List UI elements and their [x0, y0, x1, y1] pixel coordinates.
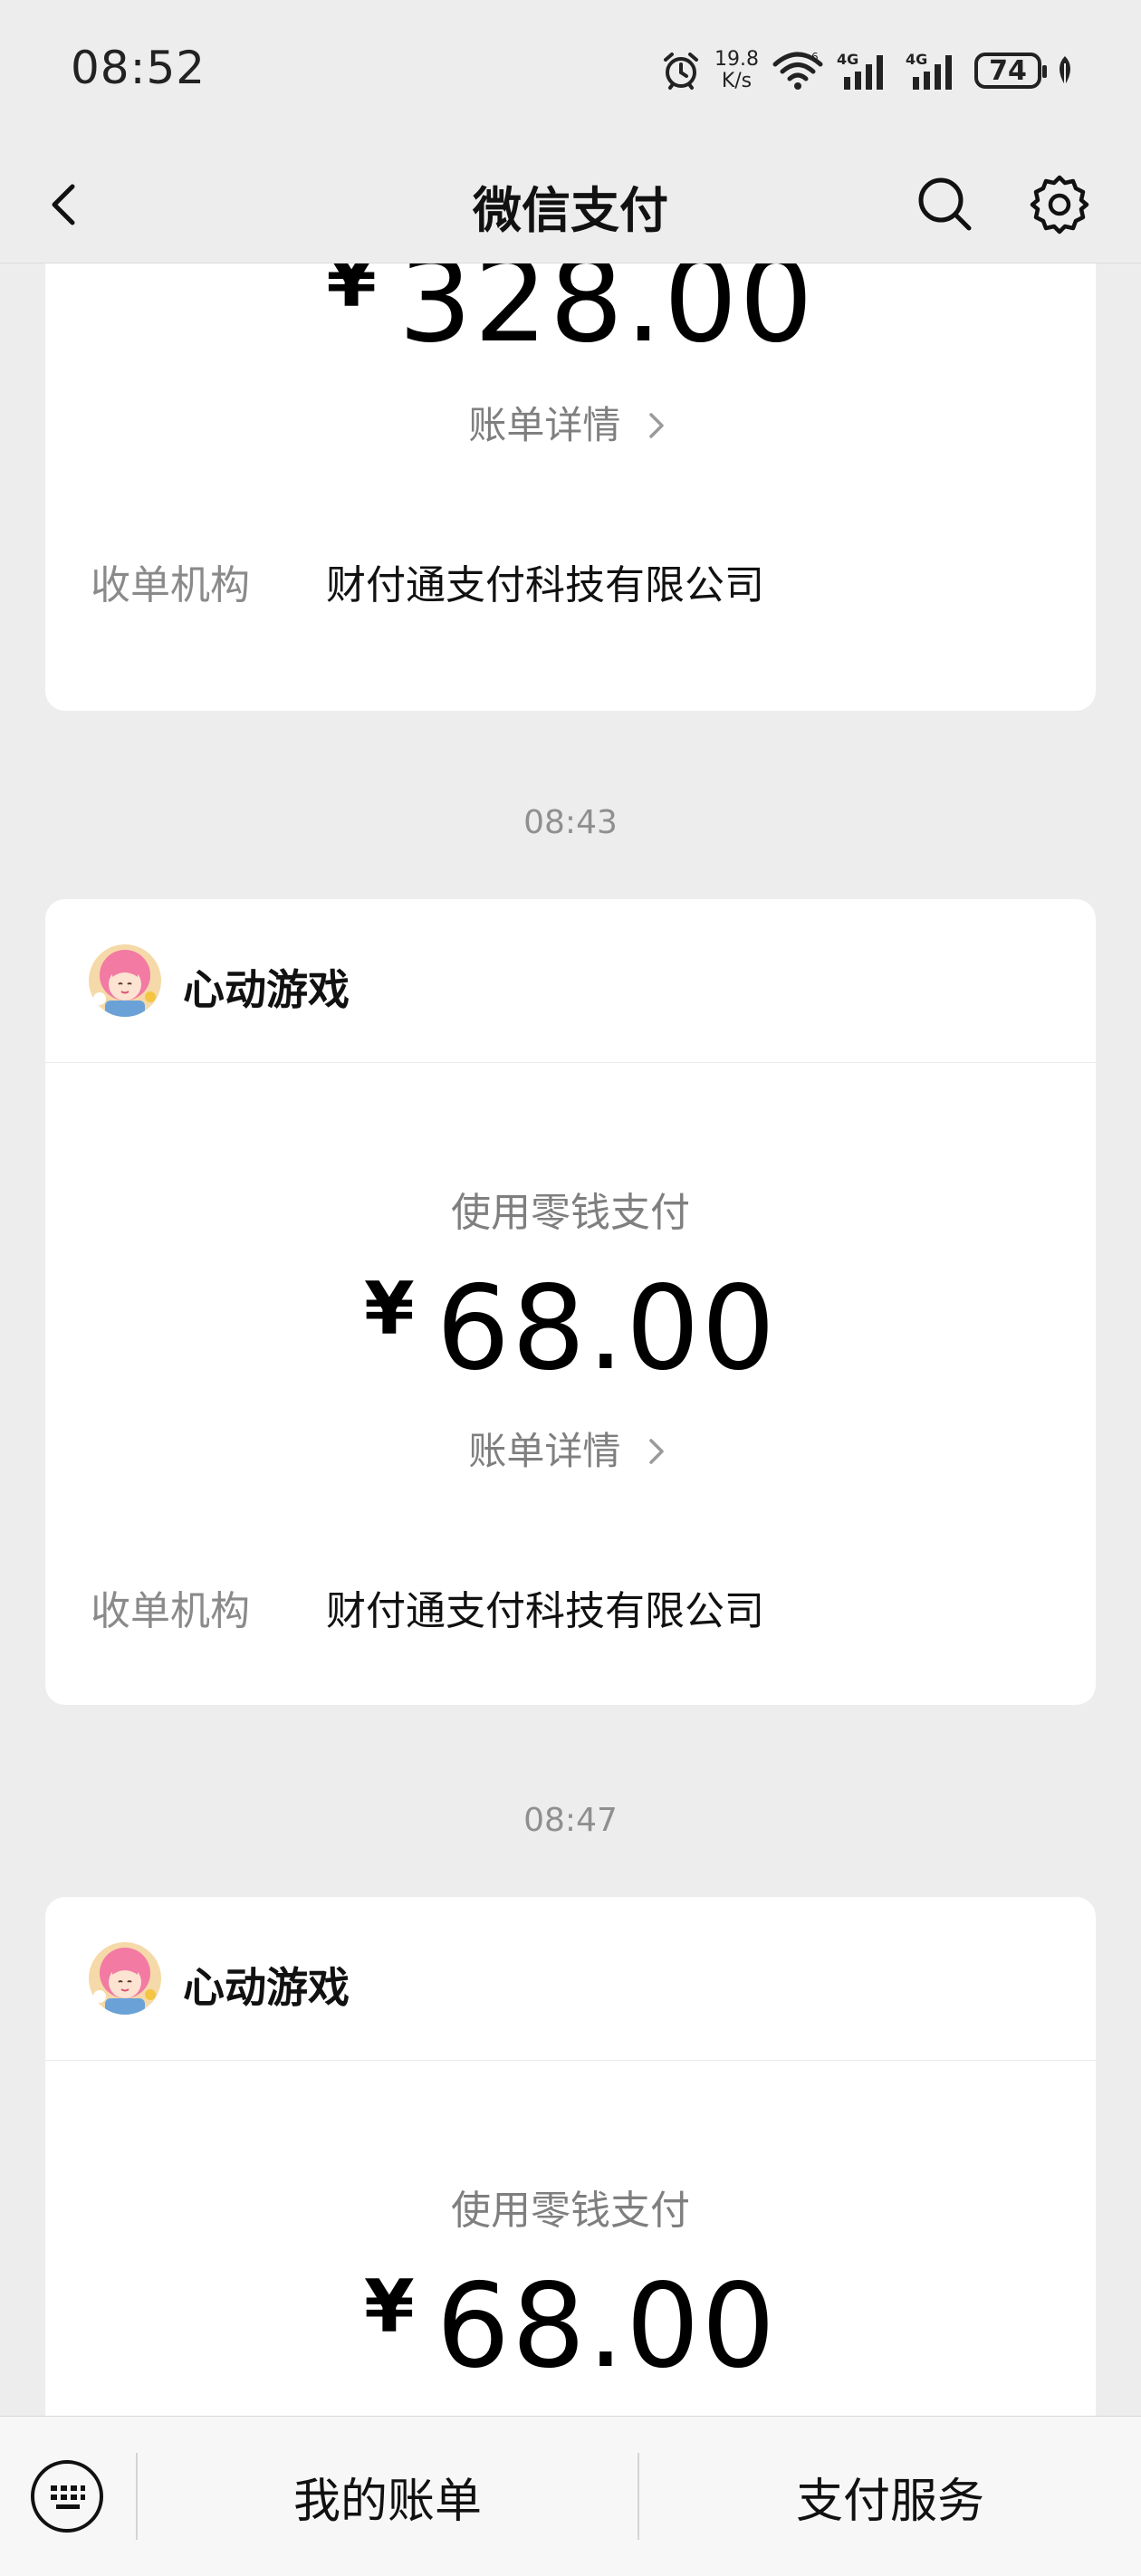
- acquirer-row: 收单机构 财付通支付科技有限公司: [91, 552, 1050, 610]
- payment-card[interactable]: 心动游戏 使用零钱支付 ¥68.00: [45, 1897, 1096, 2418]
- chevron-right-icon: [648, 1439, 664, 1464]
- amount-value: 328.00: [398, 263, 815, 369]
- payment-method: 使用零钱支付: [451, 2188, 690, 2234]
- chevron-right-icon: [648, 413, 664, 438]
- my-bills-button[interactable]: 我的账单: [138, 2417, 638, 2576]
- payment-card[interactable]: ¥328.00 账单详情 收单机构 财付通支付科技有限公司: [45, 263, 1096, 711]
- acquirer-label: 收单机构: [91, 562, 250, 608]
- status-time: 08:52: [71, 42, 206, 94]
- status-icons: 19.8 K/s 6 4G 4G 74: [660, 45, 1076, 96]
- currency-symbol: ¥: [326, 263, 379, 323]
- amount-value: 68.00: [436, 1261, 778, 1396]
- merchant-name: 心动游戏: [183, 1963, 350, 2012]
- wifi-icon: 6: [772, 51, 823, 90]
- net-speed-unit: K/s: [721, 70, 753, 92]
- message-feed[interactable]: ¥328.00 账单详情 收单机构 财付通支付科技有限公司 08:43 心动游戏…: [0, 263, 1141, 2418]
- nav-bar: 微信支付: [0, 145, 1141, 263]
- battery-indicator: 74: [974, 53, 1047, 89]
- acquirer-label: 收单机构: [91, 1588, 250, 1634]
- bottom-menu-bar: 我的账单 支付服务: [0, 2416, 1141, 2576]
- alarm-icon: [664, 53, 699, 90]
- bill-detail-label: 账单详情: [468, 403, 621, 447]
- net-speed: 19.8 K/s: [714, 49, 759, 92]
- search-icon[interactable]: [915, 174, 974, 234]
- signal-icon-2: 4G: [906, 51, 952, 90]
- avatar-image: [89, 944, 161, 1017]
- card-header[interactable]: 心动游戏: [45, 899, 1096, 1063]
- timestamp: 08:47: [523, 1802, 618, 1839]
- pay-services-button[interactable]: 支付服务: [639, 2417, 1141, 2576]
- amount-value: 68.00: [436, 2259, 778, 2394]
- timestamp: 08:43: [523, 804, 618, 841]
- acquirer-value: 财付通支付科技有限公司: [326, 1588, 764, 1634]
- acquirer-value: 财付通支付科技有限公司: [326, 562, 764, 608]
- gear-icon[interactable]: [1029, 174, 1090, 235]
- bill-detail-label: 账单详情: [468, 1429, 621, 1473]
- bill-detail-link[interactable]: 账单详情: [45, 395, 1096, 450]
- payment-amount: ¥68.00: [45, 1261, 1096, 1396]
- leaf-icon: [1060, 56, 1070, 87]
- status-bar: 08:52 19.8 K/s 6 4G 4G 74: [0, 0, 1141, 145]
- signal-2-label: 4G: [906, 51, 927, 68]
- payment-method: 使用零钱支付: [451, 1190, 690, 1236]
- bill-detail-link[interactable]: 账单详情: [45, 1421, 1096, 1476]
- merchant-name: 心动游戏: [183, 965, 350, 1014]
- acquirer-row: 收单机构 财付通支付科技有限公司: [91, 1578, 1050, 1636]
- card-header[interactable]: 心动游戏: [45, 1897, 1096, 2061]
- merchant-avatar: [89, 1942, 161, 2015]
- keyboard-icon[interactable]: [29, 2458, 105, 2534]
- payment-amount: ¥68.00: [45, 2259, 1096, 2394]
- currency-symbol: ¥: [363, 1267, 417, 1351]
- merchant-avatar: [89, 944, 161, 1017]
- payment-card[interactable]: 心动游戏 使用零钱支付 ¥68.00 账单详情 收单机构 财付通支付科技有限公司: [45, 899, 1096, 1705]
- battery-level: 74: [989, 54, 1027, 87]
- currency-symbol: ¥: [363, 2265, 417, 2349]
- avatar-image: [89, 1942, 161, 2015]
- payment-amount: ¥328.00: [45, 263, 1096, 369]
- net-speed-value: 19.8: [714, 48, 759, 71]
- signal-1-label: 4G: [837, 51, 858, 68]
- svg-text:6: 6: [811, 51, 819, 63]
- signal-icon-1: 4G: [837, 51, 883, 90]
